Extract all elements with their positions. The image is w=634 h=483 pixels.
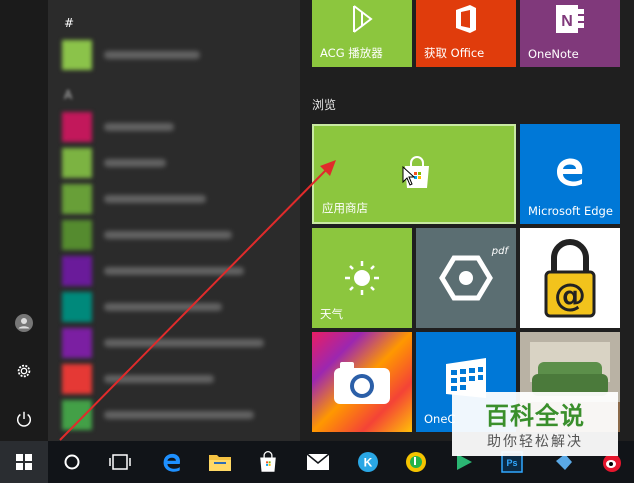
list-item[interactable] (62, 328, 292, 358)
user-account-button[interactable] (0, 301, 48, 345)
app-list[interactable]: # A (48, 0, 300, 441)
taskbar-file-explorer[interactable] (196, 441, 244, 483)
folder-icon (209, 455, 231, 471)
start-button[interactable] (0, 441, 48, 483)
tile-weather[interactable]: 天气 (312, 228, 412, 328)
tile-microsoft-edge[interactable]: Microsoft Edge (520, 124, 620, 224)
acg-player-icon (353, 5, 373, 33)
list-item[interactable] (62, 364, 292, 394)
tile-lock-app[interactable]: @ (520, 228, 620, 328)
app-name (104, 375, 214, 383)
taskbar-kugou[interactable]: K (344, 441, 392, 483)
tile-get-office[interactable]: 获取 Office (416, 0, 516, 67)
watermark-subtitle: 助你轻松解决 (487, 434, 583, 450)
app-icon (62, 148, 92, 178)
section-header-a[interactable]: A (64, 88, 72, 102)
user-icon (15, 314, 33, 332)
tile-label: 应用商店 (322, 201, 368, 215)
taskbar-mail[interactable] (294, 441, 342, 483)
app-icon (62, 328, 92, 358)
power-button[interactable] (0, 397, 48, 441)
section-header-hash[interactable]: # (64, 16, 74, 30)
app-icon (62, 400, 92, 430)
task-view-icon (109, 454, 131, 470)
settings-button[interactable] (0, 349, 48, 393)
tile-label: OneNote (528, 47, 579, 61)
list-item[interactable] (62, 148, 292, 178)
qq-music-icon (406, 452, 426, 472)
svg-text:@: @ (554, 276, 586, 314)
tile-label: ACG 播放器 (320, 46, 383, 60)
mail-icon (306, 453, 330, 470)
windows-logo-icon (16, 454, 32, 470)
taskbar-qq-music[interactable] (392, 441, 440, 483)
app-icon (62, 220, 92, 250)
list-item[interactable] (62, 400, 292, 430)
list-item[interactable] (62, 40, 292, 70)
tile-store[interactable]: 应用商店 (312, 124, 516, 224)
watermark-title: 百科全说 (485, 402, 585, 430)
tile-label: Microsoft Edge (528, 204, 613, 218)
edge-icon (163, 453, 180, 472)
app-name (104, 195, 206, 203)
store-icon (260, 451, 276, 472)
pdf-text: pdf (491, 246, 508, 257)
app-icon (62, 40, 92, 70)
app-name (104, 411, 254, 419)
sun-icon (345, 261, 379, 295)
tile-label: 获取 Office (424, 46, 485, 60)
app-name (104, 51, 200, 59)
list-item[interactable] (62, 112, 292, 142)
app-name (104, 123, 174, 131)
app-icon (62, 364, 92, 394)
tile-onenote[interactable]: N OneNote (520, 0, 620, 67)
list-item[interactable] (62, 220, 292, 250)
list-item[interactable] (62, 292, 292, 322)
onenote-icon: N (556, 5, 584, 33)
kugou-icon: K (358, 452, 378, 472)
taskbar-edge[interactable] (148, 441, 196, 483)
cortana-circle-icon (64, 454, 80, 470)
app-name (104, 267, 244, 275)
svg-text:K: K (364, 456, 373, 470)
svg-text:Ps: Ps (506, 458, 517, 468)
list-item[interactable] (62, 184, 292, 214)
cortana-button[interactable] (48, 441, 96, 483)
power-icon (16, 411, 32, 427)
app-name (104, 159, 166, 167)
edge-icon (557, 158, 583, 187)
app-icon (62, 256, 92, 286)
tile-label: OneC (424, 412, 456, 426)
hexagon-icon (439, 255, 493, 301)
camera-icon (334, 362, 390, 404)
start-left-rail (0, 0, 48, 441)
list-item[interactable] (62, 256, 292, 286)
tile-pdf-app[interactable]: pdf (416, 228, 516, 328)
group-header-browse[interactable]: 浏览 (312, 96, 336, 113)
app-icon (62, 112, 92, 142)
padlock-at-icon: @ (544, 239, 596, 318)
app-icon (62, 292, 92, 322)
app-name (104, 339, 264, 347)
gear-icon (17, 364, 31, 378)
tile-acg-player[interactable]: ACG 播放器 (312, 0, 412, 67)
taskbar-store[interactable] (244, 441, 292, 483)
tile-camera[interactable] (312, 332, 412, 432)
svg-text:N: N (561, 13, 573, 30)
watermark: 百科全说 助你轻松解决 (452, 392, 618, 456)
tile-label: 天气 (320, 307, 343, 321)
cursor-icon (402, 166, 416, 186)
task-view-button[interactable] (96, 441, 144, 483)
office-icon (456, 5, 476, 33)
app-name (104, 231, 232, 239)
app-name (104, 303, 222, 311)
app-icon (62, 184, 92, 214)
